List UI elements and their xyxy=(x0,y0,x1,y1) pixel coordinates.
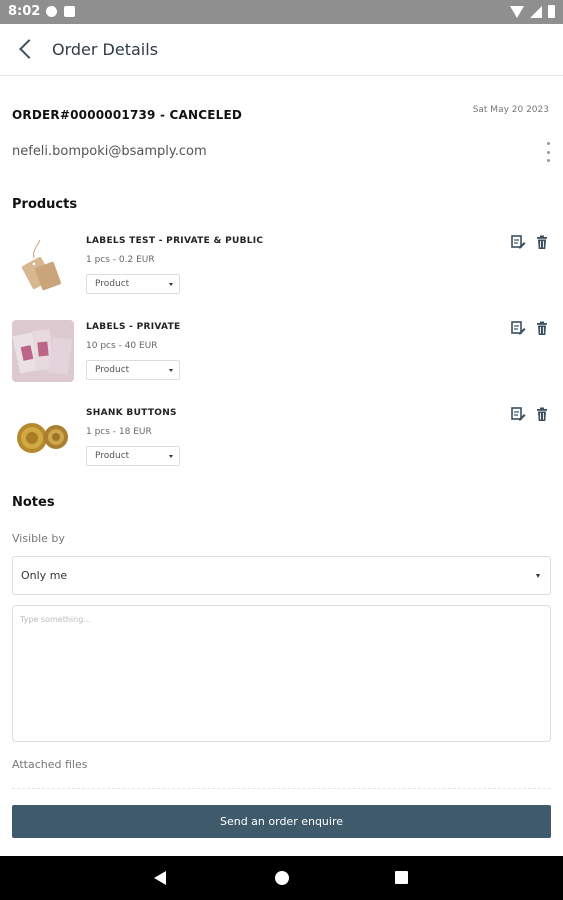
sd-card-icon xyxy=(64,6,75,17)
page-title: Order Details xyxy=(52,40,159,59)
product-name: LABELS TEST - PRIVATE & PUBLIC xyxy=(86,236,264,246)
app-bar: Order Details xyxy=(0,24,563,76)
visible-by-select[interactable]: Only me xyxy=(12,556,551,595)
caret-down-icon xyxy=(536,574,540,578)
nav-home-icon[interactable] xyxy=(275,871,289,885)
notes-heading: Notes xyxy=(12,495,55,510)
product-name: LABELS - PRIVATE xyxy=(86,322,181,332)
order-date: Sat May 20 2023 xyxy=(472,105,549,115)
edit-icon[interactable] xyxy=(510,234,526,250)
more-options-icon[interactable] xyxy=(545,142,551,162)
signal-icon xyxy=(530,5,542,18)
product-item: LABELS TEST - PRIVATE & PUBLIC 1 pcs - 0… xyxy=(12,234,552,298)
gold-buttons-image xyxy=(12,406,74,468)
trash-icon[interactable] xyxy=(534,234,550,250)
order-id-status: ORDER#0000001739 - CANCELED xyxy=(12,108,243,122)
hang-tag-image xyxy=(12,234,74,296)
product-type-select[interactable]: Product xyxy=(86,446,180,466)
battery-icon xyxy=(548,5,555,18)
back-arrow-icon[interactable] xyxy=(16,38,38,60)
product-type-value: Product xyxy=(95,365,130,375)
wifi-icon xyxy=(510,5,524,18)
product-quantity-price: 1 pcs - 0.2 EUR xyxy=(86,255,155,265)
nav-recents-icon[interactable] xyxy=(395,871,408,884)
product-type-value: Product xyxy=(95,451,130,461)
product-quantity-price: 1 pcs - 18 EUR xyxy=(86,427,152,437)
system-nav-bar xyxy=(0,856,563,900)
notes-textarea[interactable] xyxy=(12,605,551,742)
product-name: SHANK BUTTONS xyxy=(86,408,177,418)
edit-icon[interactable] xyxy=(510,406,526,422)
caret-down-icon xyxy=(169,455,173,458)
visible-by-label: Visible by xyxy=(12,532,65,545)
product-quantity-price: 10 pcs - 40 EUR xyxy=(86,341,158,351)
product-item: LABELS - PRIVATE 10 pcs - 40 EUR Product xyxy=(12,320,552,384)
visible-by-value: Only me xyxy=(21,569,68,582)
edit-icon[interactable] xyxy=(510,320,526,336)
product-item: SHANK BUTTONS 1 pcs - 18 EUR Product xyxy=(12,406,552,470)
product-type-value: Product xyxy=(95,279,130,289)
status-bar: 8:02 xyxy=(0,0,563,24)
woven-labels-image xyxy=(12,320,74,382)
nav-back-icon[interactable] xyxy=(154,871,166,885)
products-heading: Products xyxy=(12,197,78,212)
divider xyxy=(12,788,551,789)
send-order-enquire-button[interactable]: Send an order enquire xyxy=(12,805,551,838)
trash-icon[interactable] xyxy=(534,320,550,336)
caret-down-icon xyxy=(169,283,173,286)
product-type-select[interactable]: Product xyxy=(86,360,180,380)
trash-icon[interactable] xyxy=(534,406,550,422)
caret-down-icon xyxy=(169,369,173,372)
status-time: 8:02 xyxy=(8,4,41,19)
attached-files-label: Attached files xyxy=(12,758,88,771)
customer-email: nefeli.bompoki@bsamply.com xyxy=(12,144,207,159)
data-saver-icon xyxy=(46,6,57,17)
product-type-select[interactable]: Product xyxy=(86,274,180,294)
